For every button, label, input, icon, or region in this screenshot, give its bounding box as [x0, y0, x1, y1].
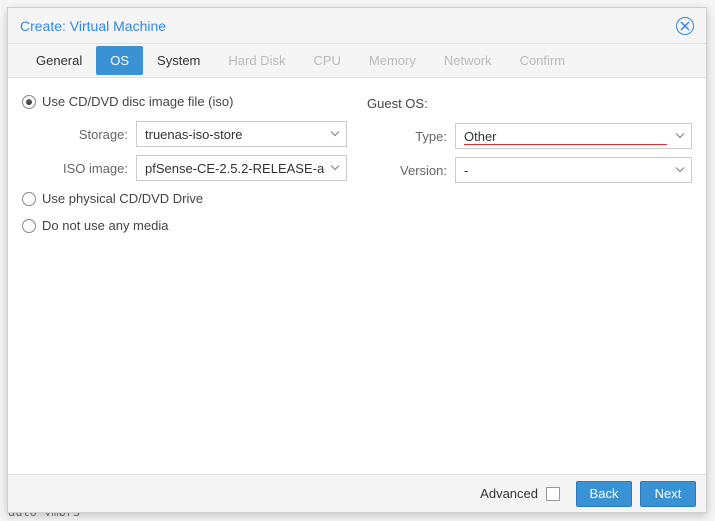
type-select[interactable]: Other	[455, 123, 692, 149]
chevron-down-icon	[330, 161, 340, 176]
version-value: -	[464, 163, 468, 178]
back-button[interactable]: Back	[576, 481, 632, 507]
version-label: Version:	[367, 163, 455, 178]
close-icon[interactable]	[676, 17, 694, 35]
advanced-label: Advanced	[480, 486, 538, 501]
annotation-underline	[464, 144, 667, 146]
dialog-title: Create: Virtual Machine	[20, 18, 676, 34]
tab-system[interactable]: System	[143, 46, 214, 75]
chevron-down-icon	[675, 163, 685, 178]
radio-icon	[22, 192, 36, 206]
iso-field: ISO image: pfSense-CE-2.5.2-RELEASE-a	[22, 155, 347, 181]
storage-field: Storage: truenas-iso-store	[22, 121, 347, 147]
type-field: Type: Other	[367, 123, 692, 149]
tab-memory: Memory	[355, 46, 430, 75]
storage-label: Storage:	[22, 127, 136, 142]
iso-value: pfSense-CE-2.5.2-RELEASE-a	[145, 161, 324, 176]
media-column: Use CD/DVD disc image file (iso) Storage…	[22, 94, 347, 458]
content-area: Use CD/DVD disc image file (iso) Storage…	[8, 78, 706, 474]
radio-icon	[22, 95, 36, 109]
tab-cpu: CPU	[299, 46, 354, 75]
storage-value: truenas-iso-store	[145, 127, 243, 142]
create-vm-dialog: Create: Virtual Machine General OS Syste…	[7, 7, 707, 513]
radio-no-media[interactable]: Do not use any media	[22, 218, 347, 233]
guest-os-column: Guest OS: Type: Other Version: -	[367, 94, 692, 458]
tab-network: Network	[430, 46, 506, 75]
tab-hard-disk: Hard Disk	[214, 46, 299, 75]
radio-icon	[22, 219, 36, 233]
radio-no-media-label: Do not use any media	[42, 218, 168, 233]
iso-label: ISO image:	[22, 161, 136, 176]
type-label: Type:	[367, 129, 455, 144]
tab-general[interactable]: General	[22, 46, 96, 75]
footer: Advanced Back Next	[8, 474, 706, 512]
radio-use-physical[interactable]: Use physical CD/DVD Drive	[22, 191, 347, 206]
tab-confirm: Confirm	[506, 46, 580, 75]
advanced-checkbox[interactable]	[546, 487, 560, 501]
version-field: Version: -	[367, 157, 692, 183]
radio-use-physical-label: Use physical CD/DVD Drive	[42, 191, 203, 206]
next-button[interactable]: Next	[640, 481, 696, 507]
wizard-tabs: General OS System Hard Disk CPU Memory N…	[8, 44, 706, 78]
storage-select[interactable]: truenas-iso-store	[136, 121, 347, 147]
guest-os-header: Guest OS:	[367, 94, 692, 111]
type-value: Other	[464, 129, 497, 144]
chevron-down-icon	[330, 127, 340, 142]
iso-select[interactable]: pfSense-CE-2.5.2-RELEASE-a	[136, 155, 347, 181]
titlebar: Create: Virtual Machine	[8, 8, 706, 44]
radio-use-iso-label: Use CD/DVD disc image file (iso)	[42, 94, 233, 109]
version-select[interactable]: -	[455, 157, 692, 183]
chevron-down-icon	[675, 129, 685, 144]
tab-os[interactable]: OS	[96, 46, 143, 75]
radio-use-iso[interactable]: Use CD/DVD disc image file (iso)	[22, 94, 347, 109]
